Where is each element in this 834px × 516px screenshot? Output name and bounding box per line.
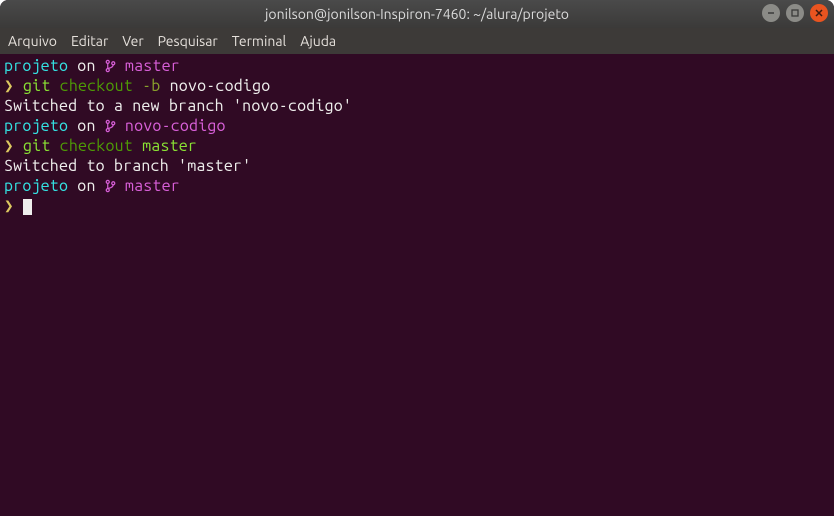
prompt-header: projeto on master <box>4 176 830 196</box>
prompt-dir: projeto <box>4 117 68 135</box>
prompt-dir: projeto <box>4 57 68 75</box>
prompt-on: on <box>68 117 105 135</box>
prompt-header: projeto on master <box>4 56 830 76</box>
window-title: jonilson@jonilson-Inspiron-7460: ~/alura… <box>0 6 834 22</box>
cmd-token: novo-codigo <box>170 77 271 95</box>
menu-ajuda[interactable]: Ajuda <box>300 33 336 49</box>
cmd-token: -b <box>142 77 160 95</box>
minimize-button[interactable] <box>762 4 780 22</box>
maximize-button[interactable] <box>786 4 804 22</box>
git-branch-icon <box>105 56 116 76</box>
cmd-token <box>160 77 169 95</box>
prompt-empty: ❯ <box>4 196 830 216</box>
git-branch-icon <box>105 176 116 196</box>
prompt-header: projeto on novo-codigo <box>4 116 830 136</box>
prompt-command-line: ❯ git checkout master <box>4 136 830 156</box>
cmd-token: master <box>142 137 197 155</box>
cursor <box>23 199 32 215</box>
menu-terminal[interactable]: Terminal <box>232 33 287 49</box>
prompt-marker: ❯ <box>4 77 14 95</box>
prompt-on: on <box>68 57 105 75</box>
git-branch-icon <box>105 116 116 136</box>
close-button[interactable] <box>810 4 828 22</box>
prompt-command-line: ❯ git checkout -b novo-codigo <box>4 76 830 96</box>
menu-ver[interactable]: Ver <box>122 33 143 49</box>
terminal-window: jonilson@jonilson-Inspiron-7460: ~/alura… <box>0 0 834 516</box>
cmd-token <box>51 77 60 95</box>
prompt-branch: master <box>116 177 180 195</box>
cmd-token <box>133 137 142 155</box>
output-line: Switched to a new branch 'novo-codigo' <box>4 96 830 116</box>
menu-arquivo[interactable]: Arquivo <box>8 33 57 49</box>
cmd-token: git <box>23 77 50 95</box>
output-line: Switched to branch 'master' <box>4 156 830 176</box>
prompt-dir: projeto <box>4 177 68 195</box>
cmd-token <box>133 77 142 95</box>
menu-editar[interactable]: Editar <box>71 33 108 49</box>
prompt-marker: ❯ <box>4 137 14 155</box>
menubar: Arquivo Editar Ver Pesquisar Terminal Aj… <box>0 28 834 54</box>
prompt-branch: master <box>116 57 180 75</box>
prompt-on: on <box>68 177 105 195</box>
menu-pesquisar[interactable]: Pesquisar <box>158 33 218 49</box>
terminal-area[interactable]: projeto on master❯ git checkout -b novo-… <box>0 54 834 516</box>
cmd-token: checkout <box>60 77 133 95</box>
cmd-token <box>51 137 60 155</box>
prompt-marker: ❯ <box>4 197 14 215</box>
titlebar: jonilson@jonilson-Inspiron-7460: ~/alura… <box>0 0 834 28</box>
cmd-token: git <box>23 137 50 155</box>
prompt-branch: novo-codigo <box>116 117 226 135</box>
window-controls <box>762 4 828 22</box>
cmd-token: checkout <box>60 137 133 155</box>
